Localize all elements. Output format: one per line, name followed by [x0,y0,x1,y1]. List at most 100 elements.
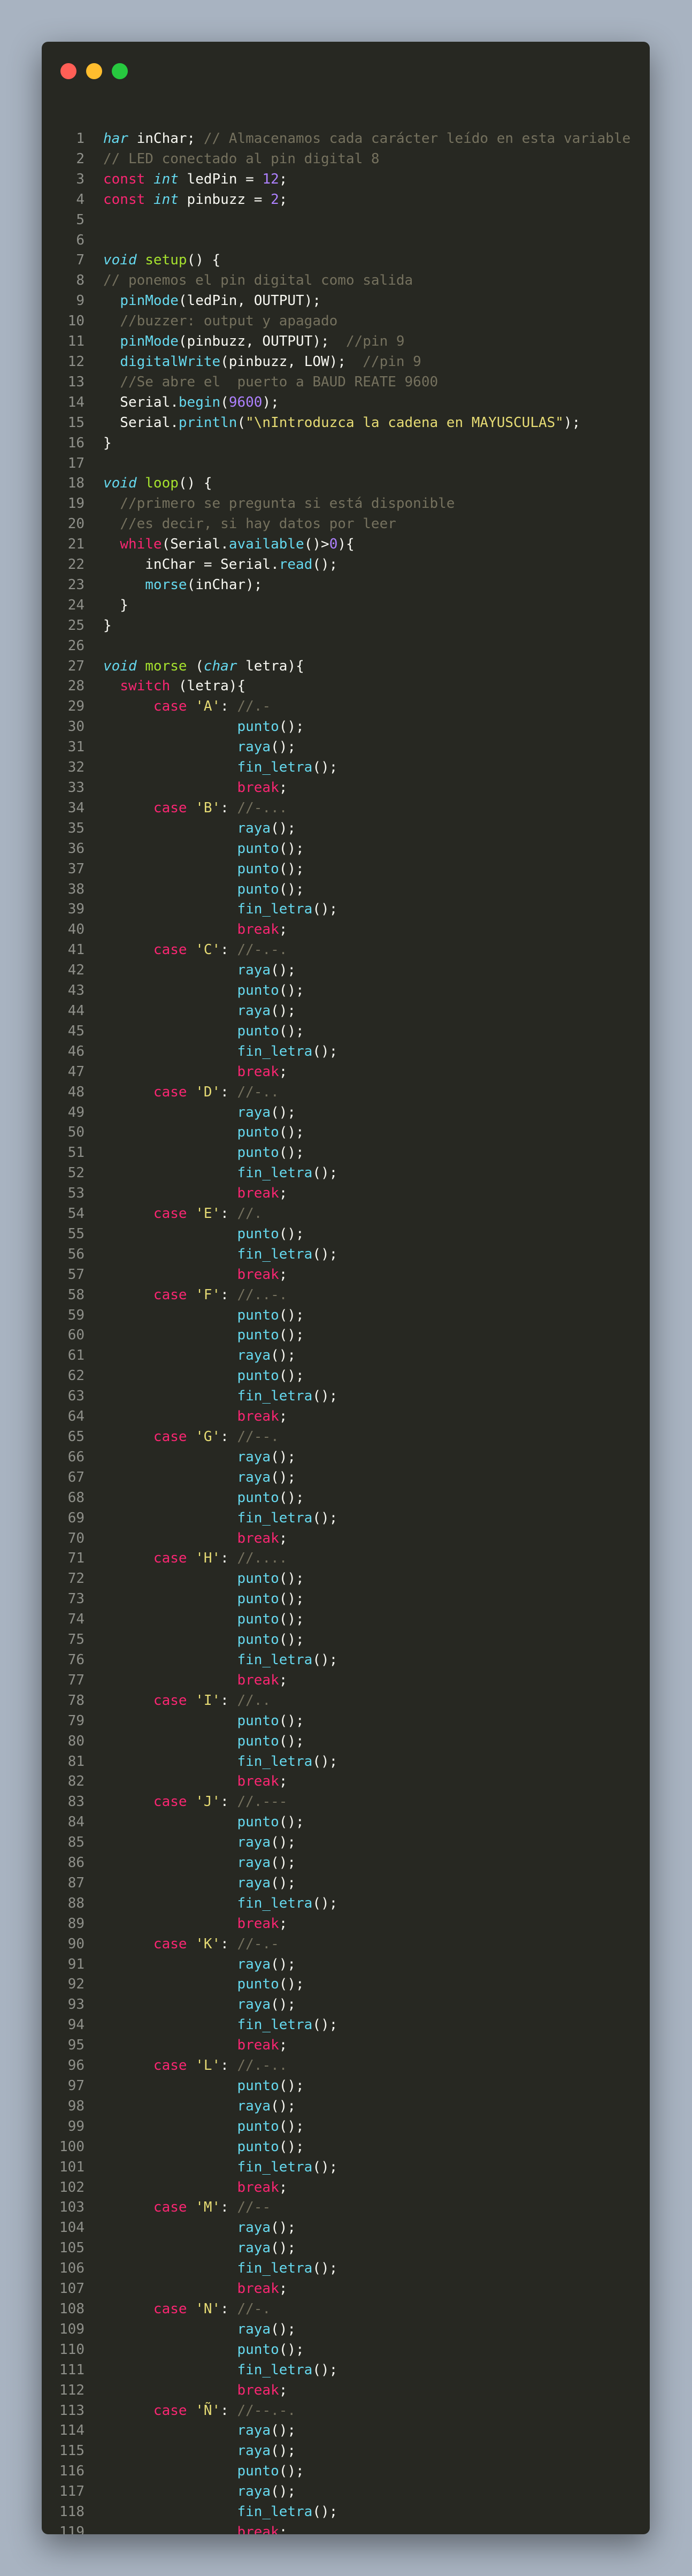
code-token: raya [237,2483,271,2500]
code-token: (); [312,2504,338,2520]
code-text: raya(); [103,1995,296,2015]
line-number: 59 [67,1307,84,1323]
line-number: 107 [59,2281,84,2297]
code-text: const int ledPin = 12; [103,170,287,190]
code-token: fin_letra [237,1165,313,1182]
code-token: (); [271,2483,296,2500]
code-token: fin_letra [237,2504,313,2520]
code-token: (); [312,1388,338,1405]
code-text: fin_letra(); [103,1245,337,1265]
code-token: fin_letra [237,1510,313,1526]
code-text: fin_letra(); [103,1508,337,1529]
code-text: break; [103,1529,287,1549]
code-token: : [220,698,237,715]
code-token: ; [279,1408,288,1425]
code-line: 78 case 'I': //.. [42,1691,650,1711]
line-number: 41 [67,942,84,958]
line-number: 103 [59,2199,84,2216]
code-token: raya [237,1104,271,1121]
code-token: punto [237,2341,279,2358]
code-token: 'D' [195,1084,221,1100]
line-number: 14 [67,394,84,410]
code-token: (); [279,1712,304,1729]
code-line: 40 break; [42,920,650,940]
code-line: 20 //es decir, si hay datos por leer [42,514,650,535]
line-number: 97 [67,2078,84,2094]
line-number: 58 [67,1286,84,1303]
code-editor: 1 har inChar; // Almacenamos cada carácte… [42,129,650,2534]
line-number: 43 [67,982,84,999]
code-token: punto [237,1307,279,1323]
code-line: 114 raya(); [42,2421,650,2441]
code-line: 87 raya(); [42,1873,650,1894]
line-number: 32 [67,759,84,776]
line-number: 110 [59,2341,84,2358]
code-token: break [237,921,279,938]
code-token: ; [279,1266,288,1283]
code-text: break; [103,1184,287,1204]
line-number: 34 [67,799,84,816]
code-text: raya(); [103,2097,296,2117]
code-token: raya [237,1996,271,2013]
code-token: 'H' [195,1550,221,1567]
code-token: har [103,131,128,147]
code-token: (pinbuzz, OUTPUT); [178,333,346,350]
code-text: har inChar; // Almacenamos cada carácter… [103,129,631,149]
code-line: 106 fin_letra(); [42,2259,650,2279]
code-line: 82 break; [42,1772,650,1792]
line-number: 6 [76,232,84,248]
code-line: 86 raya(); [42,1853,650,1873]
code-token: (); [279,2341,304,2358]
code-token: } [103,597,128,613]
code-line: 79 punto(); [42,1711,650,1732]
line-number: 50 [67,1124,84,1141]
close-button[interactable] [60,63,76,79]
code-token: (); [271,1996,296,2013]
code-line: 3 const int ledPin = 12; [42,170,650,190]
code-text: fin_letra(); [103,2360,337,2381]
code-token: (); [279,840,304,857]
code-token: digitalWrite [120,353,221,370]
code-line: 10 //buzzer: output y apagado [42,311,650,332]
code-line: 42 raya(); [42,961,650,981]
line-number: 26 [67,637,84,654]
code-text: punto(); [103,1711,304,1732]
code-token: (); [279,1814,304,1831]
code-token: punto [237,1571,279,1587]
minimize-button[interactable] [86,63,102,79]
code-token: fin_letra [237,1246,313,1262]
code-token: raya [237,1956,271,1972]
line-number: 62 [67,1368,84,1384]
line-number: 54 [67,1206,84,1222]
code-token: raya [237,820,271,836]
line-number: 42 [67,962,84,979]
code-token: : [220,1692,237,1709]
code-text: pinMode(ledPin, OUTPUT); [103,291,321,311]
code-token: //. [237,1206,263,1222]
code-line: 41 case 'C': //-.-. [42,940,650,961]
maximize-button[interactable] [112,63,128,79]
code-line: 11 pinMode(pinbuzz, OUTPUT); //pin 9 [42,332,650,352]
code-line: 13 //Se abre el puerto a BAUD REATE 9600 [42,372,650,393]
code-token: 'F' [195,1286,221,1303]
code-token: fin_letra [237,901,313,918]
code-token: break [237,1530,279,1546]
